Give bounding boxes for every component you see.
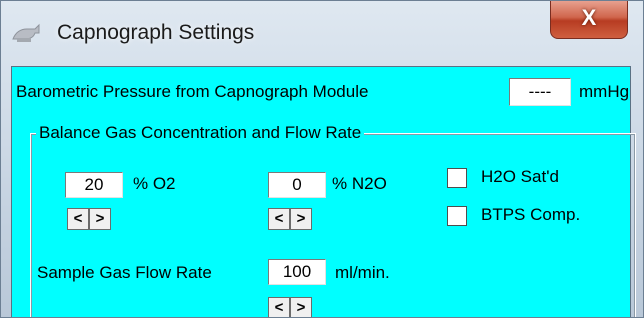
barometric-pressure-label: Barometric Pressure from Capnograph Modu… bbox=[16, 82, 369, 101]
chevron-left-icon: < bbox=[274, 210, 284, 227]
sample-flow-rate-label: Sample Gas Flow Rate bbox=[37, 263, 212, 282]
capnograph-settings-window: Capnograph Settings X Barometric Pressur… bbox=[0, 0, 644, 318]
balance-gas-group-frame bbox=[30, 133, 636, 317]
window-title: Capnograph Settings bbox=[57, 21, 255, 44]
h2o-saturated-label: H2O Sat'd bbox=[481, 167, 559, 186]
settings-panel: Barometric Pressure from Capnograph Modu… bbox=[11, 66, 636, 317]
sample-flow-unit-label: ml/min. bbox=[335, 263, 390, 282]
chevron-left-icon: < bbox=[73, 210, 83, 227]
o2-increase-button[interactable]: > bbox=[89, 208, 111, 230]
capnograph-app-icon bbox=[12, 23, 40, 42]
sample-flow-rate-field[interactable]: 100 bbox=[268, 259, 326, 285]
barometric-unit-label: mmHg bbox=[579, 82, 630, 101]
chevron-right-icon: > bbox=[296, 210, 306, 227]
o2-decrease-button[interactable]: < bbox=[67, 208, 89, 230]
chevron-right-icon: > bbox=[95, 210, 105, 227]
n2o-increase-button[interactable]: > bbox=[290, 208, 312, 230]
balance-gas-group-title: Balance Gas Concentration and Flow Rate bbox=[36, 123, 365, 143]
flow-decrease-button[interactable]: < bbox=[268, 297, 290, 317]
chevron-right-icon: > bbox=[296, 299, 306, 316]
n2o-unit-label: % N2O bbox=[332, 174, 387, 193]
btps-comp-label: BTPS Comp. bbox=[481, 205, 581, 224]
o2-unit-label: % O2 bbox=[133, 174, 176, 193]
o2-percent-field[interactable]: 20 bbox=[65, 172, 123, 198]
title-bar[interactable]: Capnograph Settings X bbox=[1, 1, 643, 69]
n2o-percent-field[interactable]: 0 bbox=[268, 172, 326, 198]
close-icon: X bbox=[581, 5, 597, 30]
n2o-decrease-button[interactable]: < bbox=[268, 208, 290, 230]
chevron-left-icon: < bbox=[274, 299, 284, 316]
close-button[interactable]: X bbox=[550, 1, 628, 39]
h2o-saturated-checkbox[interactable] bbox=[447, 168, 467, 188]
barometric-pressure-field[interactable]: ---- bbox=[509, 78, 571, 106]
flow-increase-button[interactable]: > bbox=[290, 297, 312, 317]
btps-comp-checkbox[interactable] bbox=[447, 206, 467, 226]
